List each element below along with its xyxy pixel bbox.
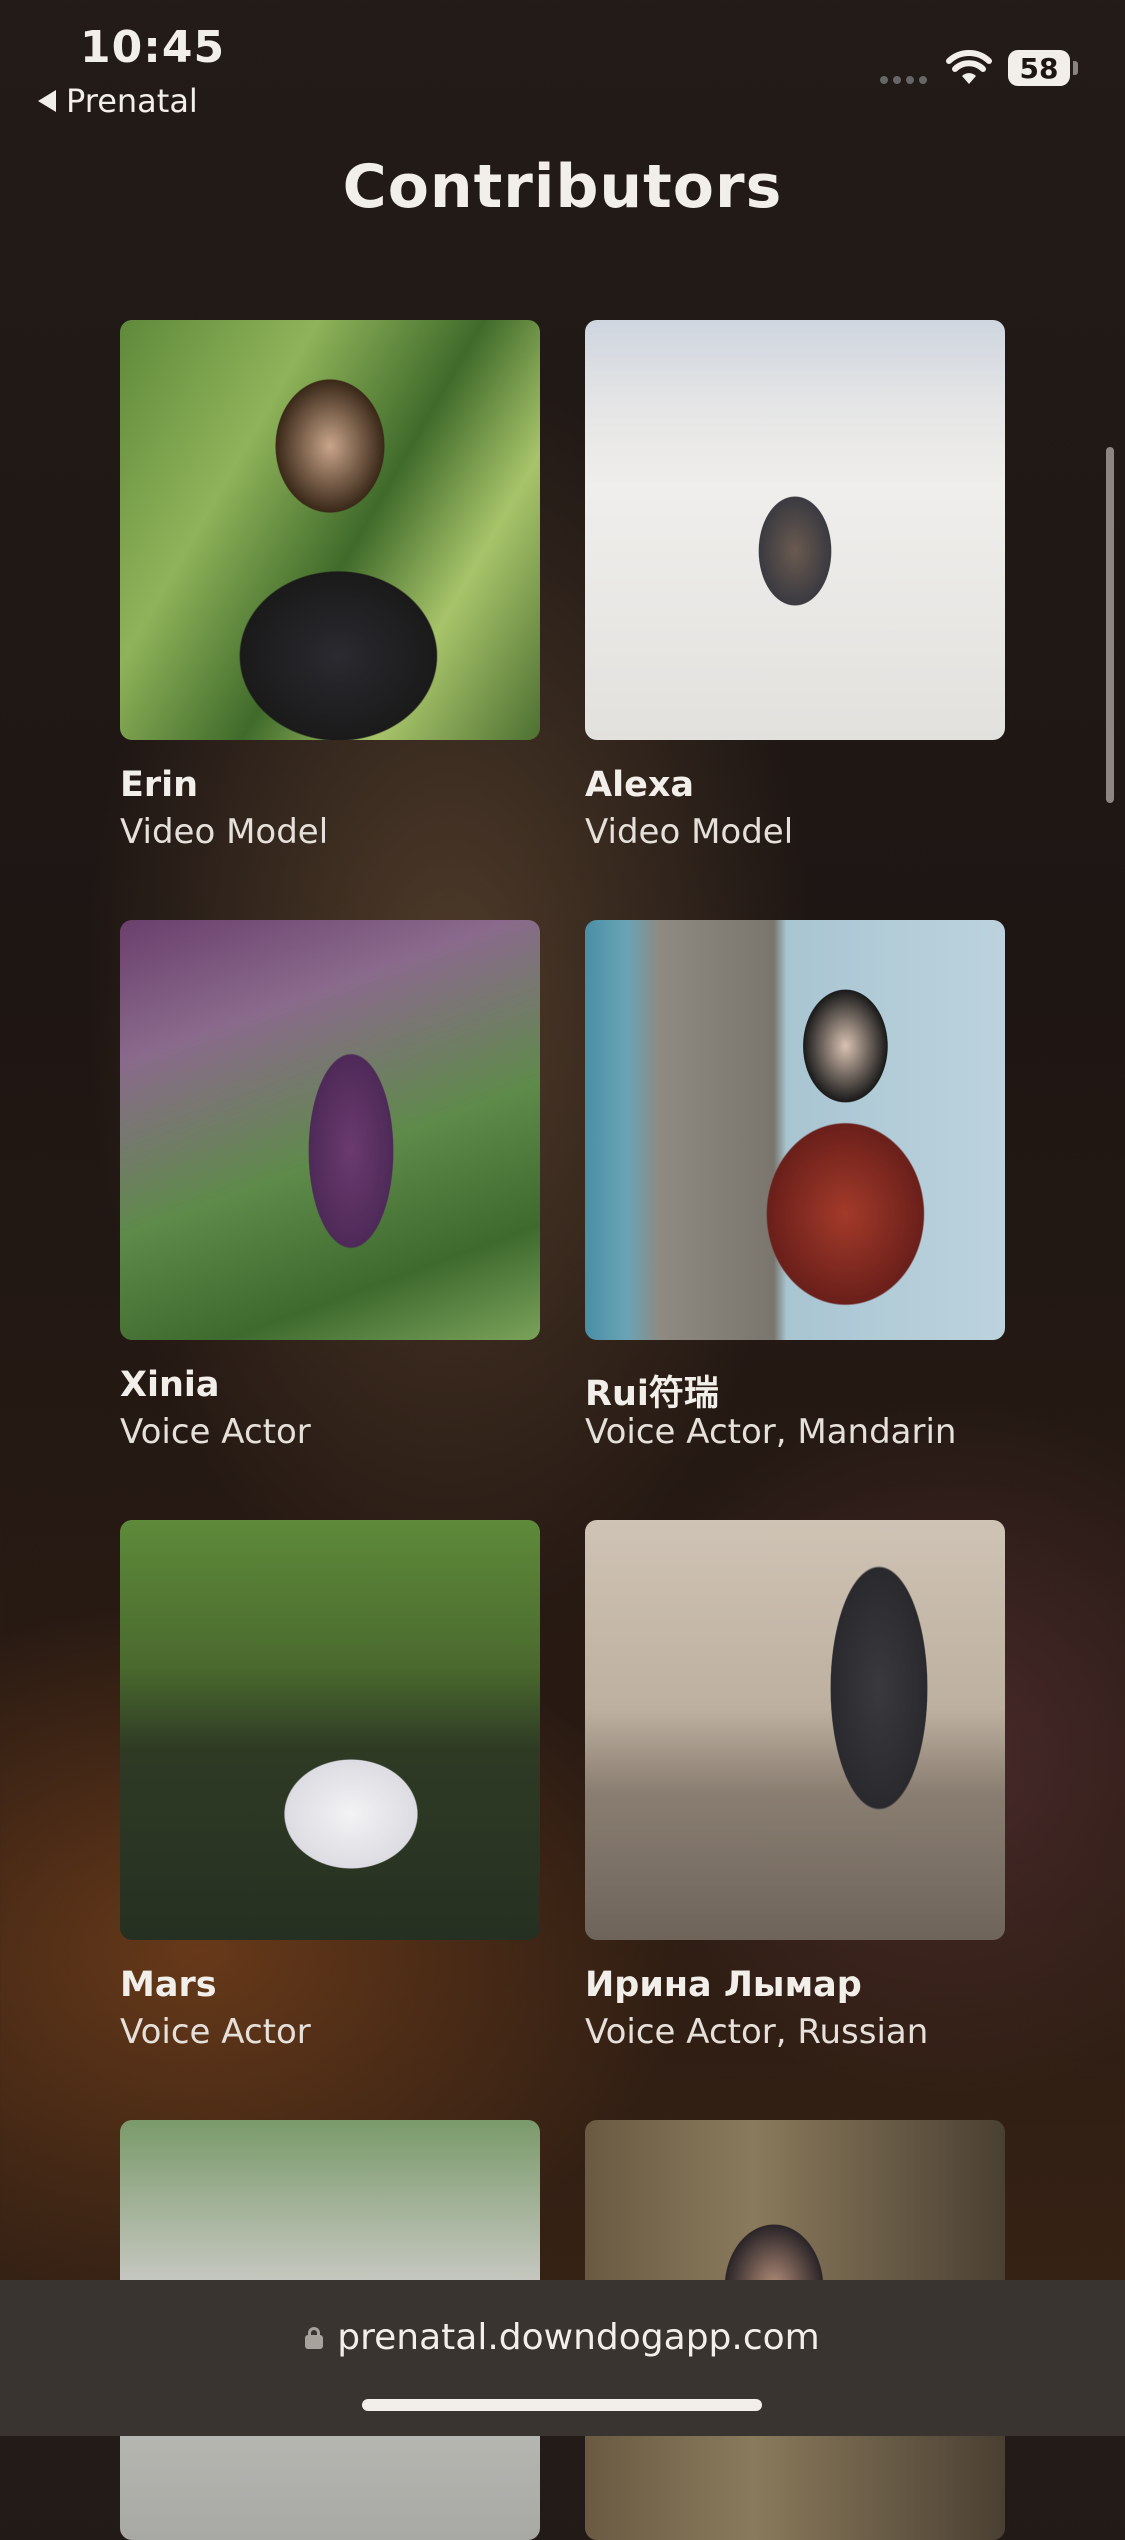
- contributor-card[interactable]: Erin Video Model: [120, 320, 540, 852]
- contributor-role: Voice Actor, Mandarin: [585, 1412, 957, 1452]
- status-time: 10:45: [80, 22, 226, 73]
- address-bar[interactable]: prenatal.downdogapp.com: [0, 2317, 1125, 2358]
- back-arrow-icon: [38, 90, 56, 112]
- contributor-card[interactable]: Xinia Voice Actor: [120, 920, 540, 1452]
- wifi-icon: [946, 50, 992, 84]
- battery-level: 58: [1019, 51, 1059, 85]
- contributor-card[interactable]: Mars Voice Actor: [120, 1520, 540, 2052]
- contributor-card[interactable]: Alexa Video Model: [585, 320, 1005, 852]
- contributor-name: Ирина Лымар: [585, 1965, 862, 2005]
- url-text: prenatal.downdogapp.com: [337, 2317, 820, 2358]
- home-indicator[interactable]: [362, 2399, 762, 2411]
- contributor-name: Mars: [120, 1965, 217, 2005]
- contributor-role: Video Model: [585, 812, 794, 852]
- contributor-role: Voice Actor, Russian: [585, 2012, 929, 2052]
- contributor-photo[interactable]: [120, 1520, 540, 1940]
- battery-tip: [1073, 61, 1078, 75]
- back-label: Prenatal: [66, 82, 198, 120]
- browser-bottom-bar: [0, 2280, 1125, 2436]
- battery-icon: 58: [1008, 50, 1070, 86]
- contributor-card[interactable]: Ирина Лымар Voice Actor, Russian: [585, 1520, 1005, 2052]
- more-dots-icon: [880, 76, 927, 84]
- contributor-name: Alexa: [585, 765, 695, 805]
- contributor-photo[interactable]: [585, 920, 1005, 1340]
- contributor-name: Rui符瑞: [585, 1374, 719, 1414]
- contributor-name: Xinia: [120, 1365, 220, 1405]
- lock-icon: [305, 2326, 324, 2349]
- contributor-photo[interactable]: [585, 1520, 1005, 1940]
- contributor-photo[interactable]: [120, 320, 540, 740]
- back-to-app-link[interactable]: Prenatal: [38, 82, 198, 120]
- contributor-role: Voice Actor: [120, 1412, 311, 1452]
- contributor-name: Erin: [120, 765, 199, 805]
- contributor-photo[interactable]: [120, 920, 540, 1340]
- contributor-role: Video Model: [120, 812, 329, 852]
- contributor-card[interactable]: Rui符瑞 Voice Actor, Mandarin: [585, 920, 1005, 1452]
- contributor-role: Voice Actor: [120, 2012, 311, 2052]
- scroll-indicator[interactable]: [1106, 447, 1114, 803]
- contributor-photo[interactable]: [585, 320, 1005, 740]
- page-title: Contributors: [342, 152, 783, 222]
